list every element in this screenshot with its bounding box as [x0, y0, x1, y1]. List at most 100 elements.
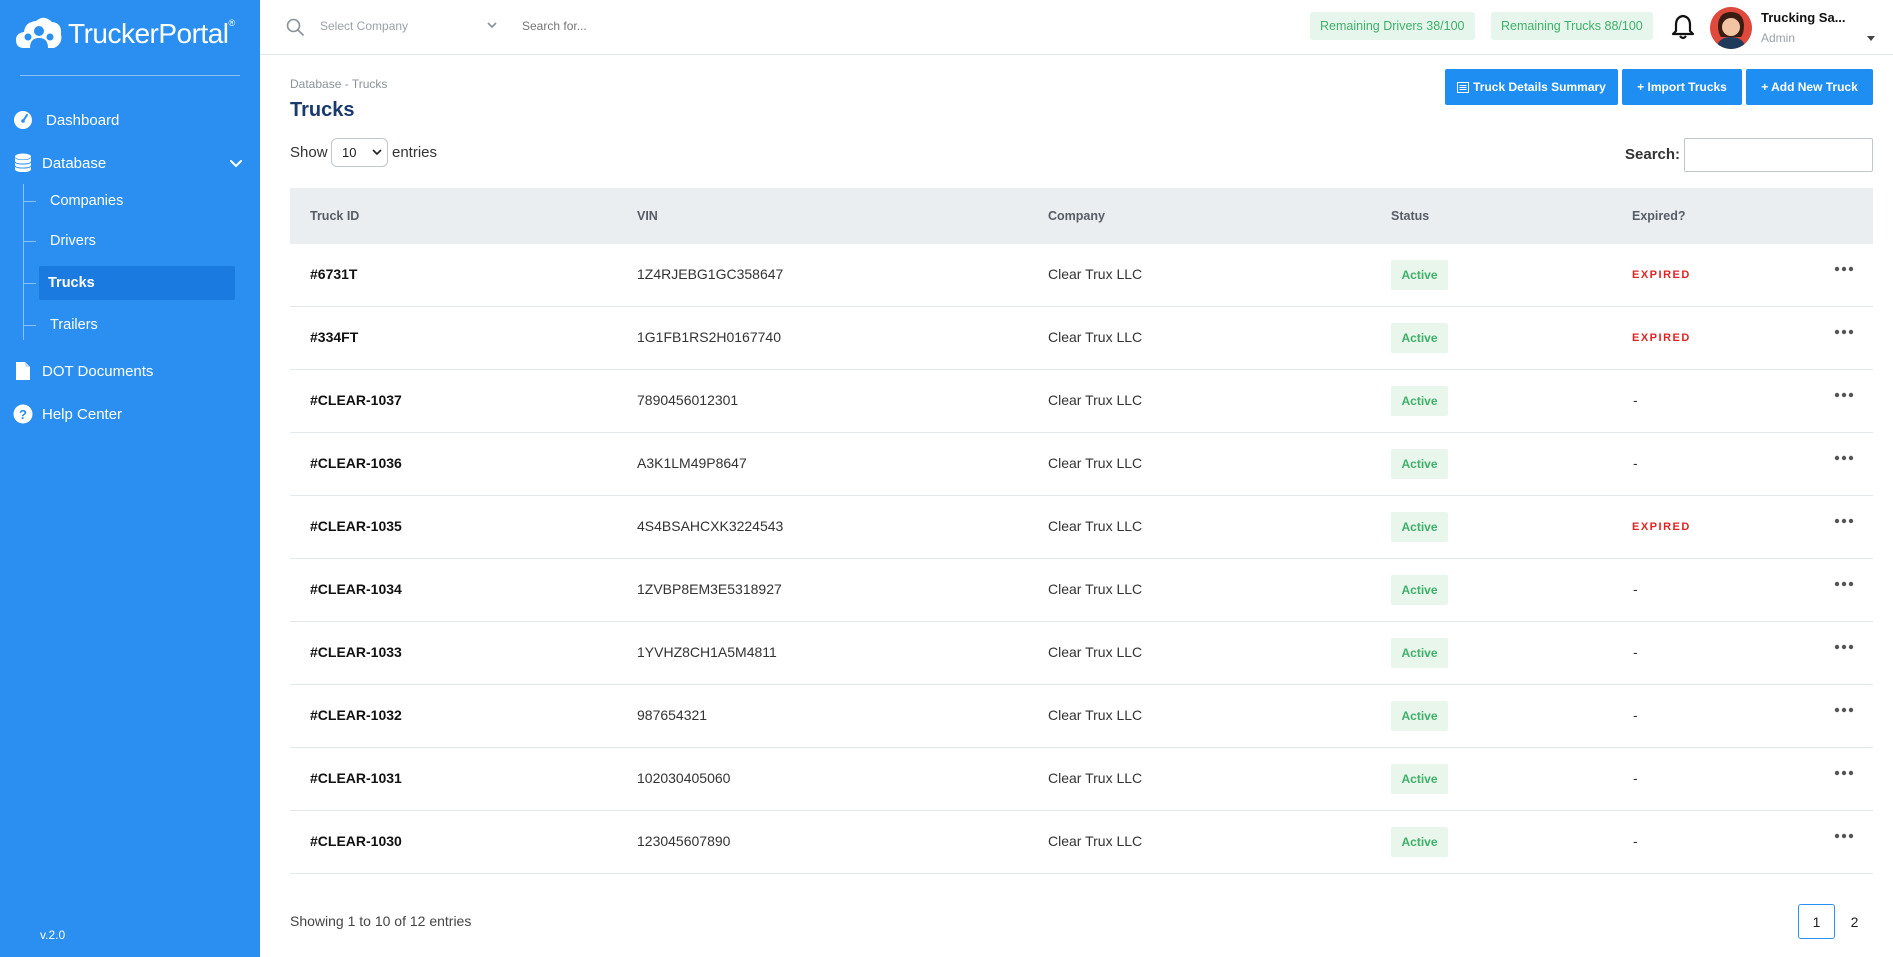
page-title: Trucks: [290, 99, 355, 121]
column-header-status[interactable]: Status: [1391, 209, 1429, 223]
vin-cell: 1ZVBP8EM3E5318927: [637, 581, 782, 597]
brand-name: TruckerPortal®: [68, 18, 235, 49]
table-row[interactable]: #334FT 1G1FB1RS2H0167740 Clear Trux LLC Act…: [290, 307, 1873, 370]
column-header-truck-id[interactable]: Truck ID: [310, 209, 359, 223]
vin-cell: A3K1LM49P8647: [637, 455, 747, 471]
status-badge: Active: [1391, 701, 1448, 731]
more-options-icon[interactable]: [1834, 832, 1854, 840]
more-options-icon[interactable]: [1834, 328, 1854, 336]
avatar[interactable]: [1710, 7, 1752, 49]
status-badge: Active: [1391, 827, 1448, 857]
expired-value: -: [1633, 833, 1638, 849]
vin-cell: 1Z4RJEBG1GC358647: [637, 266, 784, 282]
status-badge: Active: [1391, 575, 1448, 605]
table-row[interactable]: #CLEAR-1037 7890456012301 Clear Trux LLC Ac…: [290, 370, 1873, 433]
truck-id-cell[interactable]: #CLEAR-1034: [310, 581, 402, 597]
table-header: Truck ID VIN Company Status Expired?: [290, 188, 1873, 244]
sidebar-subitem-label: Companies: [50, 193, 124, 209]
svg-text:?: ?: [19, 407, 27, 422]
global-search-input[interactable]: [522, 19, 822, 33]
entries-label: entries: [392, 144, 438, 161]
expired-value: -: [1633, 455, 1638, 471]
vin-cell: 1YVHZ8CH1A5M4811: [637, 644, 777, 660]
add-new-truck-button[interactable]: + Add New Truck: [1746, 69, 1873, 105]
expired-value: -: [1633, 581, 1638, 597]
truck-id-cell[interactable]: #6731T: [310, 266, 357, 282]
sidebar-item-trailers[interactable]: Trailers: [24, 310, 242, 340]
truck-id-cell[interactable]: #CLEAR-1037: [310, 392, 402, 408]
sidebar-subitem-label: Trucks: [39, 266, 235, 300]
truck-id-cell[interactable]: #CLEAR-1032: [310, 707, 402, 723]
table-search-input[interactable]: [1684, 138, 1873, 172]
more-options-icon[interactable]: [1834, 454, 1854, 462]
company-cell: Clear Trux LLC: [1048, 644, 1143, 660]
expired-value: -: [1633, 392, 1638, 408]
sidebar-item-dashboard[interactable]: Dashboard: [12, 108, 119, 132]
more-options-icon[interactable]: [1834, 769, 1854, 777]
table-row[interactable]: #CLEAR-1036 A3K1LM49P8647 Clear Trux LLC Ac…: [290, 433, 1873, 496]
table-row[interactable]: #CLEAR-1032 987654321 Clear Trux LLC Active…: [290, 685, 1873, 748]
status-badge: Active: [1391, 764, 1448, 794]
more-options-icon[interactable]: [1834, 706, 1854, 714]
sidebar-item-help-center[interactable]: ? Help Center: [12, 402, 122, 426]
status-badge: Active: [1391, 323, 1448, 353]
truck-details-summary-button[interactable]: Truck Details Summary: [1445, 69, 1618, 105]
sidebar-item-database[interactable]: Database: [12, 151, 106, 175]
more-options-icon[interactable]: [1834, 391, 1854, 399]
truck-id-cell[interactable]: #334FT: [310, 329, 358, 345]
truck-id-cell[interactable]: #CLEAR-1035: [310, 518, 402, 534]
sidebar-item-drivers[interactable]: Drivers: [24, 226, 242, 256]
sidebar-item-trucks[interactable]: Trucks: [24, 266, 242, 300]
table-search-label: Search:: [1625, 146, 1681, 163]
truck-id-cell[interactable]: #CLEAR-1030: [310, 833, 402, 849]
caret-down-icon[interactable]: [1866, 34, 1876, 42]
more-options-icon[interactable]: [1834, 580, 1854, 588]
import-trucks-button[interactable]: + Import Trucks: [1622, 69, 1742, 105]
column-header-vin[interactable]: VIN: [637, 209, 658, 223]
vin-cell: 102030405060: [637, 770, 731, 786]
list-icon: [1457, 81, 1470, 93]
table-row[interactable]: #6731T 1Z4RJEBG1GC358647 Clear Trux LLC Act…: [290, 244, 1873, 307]
company-cell: Clear Trux LLC: [1048, 266, 1143, 282]
truck-id-cell[interactable]: #CLEAR-1033: [310, 644, 402, 660]
more-options-icon[interactable]: [1834, 517, 1854, 525]
chevron-down-icon[interactable]: [486, 19, 498, 31]
logo[interactable]: TruckerPortal®: [14, 14, 235, 54]
sidebar-item-companies[interactable]: Companies: [24, 186, 242, 216]
sidebar-subitem-label: Drivers: [50, 233, 96, 249]
page-button-2[interactable]: 2: [1836, 904, 1873, 939]
company-cell: Clear Trux LLC: [1048, 518, 1143, 534]
company-cell: Clear Trux LLC: [1048, 707, 1143, 723]
sidebar-item-dot-documents[interactable]: DOT Documents: [12, 359, 153, 383]
company-select[interactable]: Select Company: [320, 19, 500, 33]
status-badge: Active: [1391, 386, 1448, 416]
table-row[interactable]: #CLEAR-1034 1ZVBP8EM3E5318927 Clear Trux L…: [290, 559, 1873, 622]
truck-id-cell[interactable]: #CLEAR-1031: [310, 770, 402, 786]
table-info: Showing 1 to 10 of 12 entries: [290, 913, 472, 929]
sidebar-subitem-label: Trailers: [50, 317, 98, 333]
company-cell: Clear Trux LLC: [1048, 581, 1143, 597]
table-row[interactable]: #CLEAR-1031 102030405060 Clear Trux LLC Act…: [290, 748, 1873, 811]
chevron-down-icon[interactable]: [228, 156, 244, 172]
truck-id-cell[interactable]: #CLEAR-1036: [310, 455, 402, 471]
column-header-expired[interactable]: Expired?: [1632, 209, 1686, 223]
logo-divider: [20, 75, 240, 76]
sidebar-item-label: Dashboard: [46, 111, 120, 129]
sidebar-item-label: Database: [42, 154, 107, 172]
table-row[interactable]: #CLEAR-1033 1YVHZ8CH1A5M4811 Clear Trux LL…: [290, 622, 1873, 685]
more-options-icon[interactable]: [1834, 265, 1854, 273]
status-badge: Active: [1391, 638, 1448, 668]
chevron-down-icon[interactable]: [372, 148, 382, 156]
table-row[interactable]: #CLEAR-1030 123045607890 Clear Trux LLC Act…: [290, 811, 1873, 874]
column-header-company[interactable]: Company: [1048, 209, 1105, 223]
more-options-icon[interactable]: [1834, 643, 1854, 651]
user-name[interactable]: Trucking Sa...: [1761, 10, 1846, 25]
table-row[interactable]: #CLEAR-1035 4S4BSAHCXK3224543 Clear Trux L…: [290, 496, 1873, 559]
bell-icon[interactable]: [1671, 14, 1695, 40]
speedometer-icon: [12, 109, 34, 131]
app-version: v.2.0: [40, 928, 66, 942]
company-cell: Clear Trux LLC: [1048, 770, 1143, 786]
expired-value: -: [1633, 770, 1638, 786]
page-button-1[interactable]: 1: [1798, 904, 1835, 939]
remaining-drivers-badge: Remaining Drivers 38/100: [1310, 12, 1475, 40]
